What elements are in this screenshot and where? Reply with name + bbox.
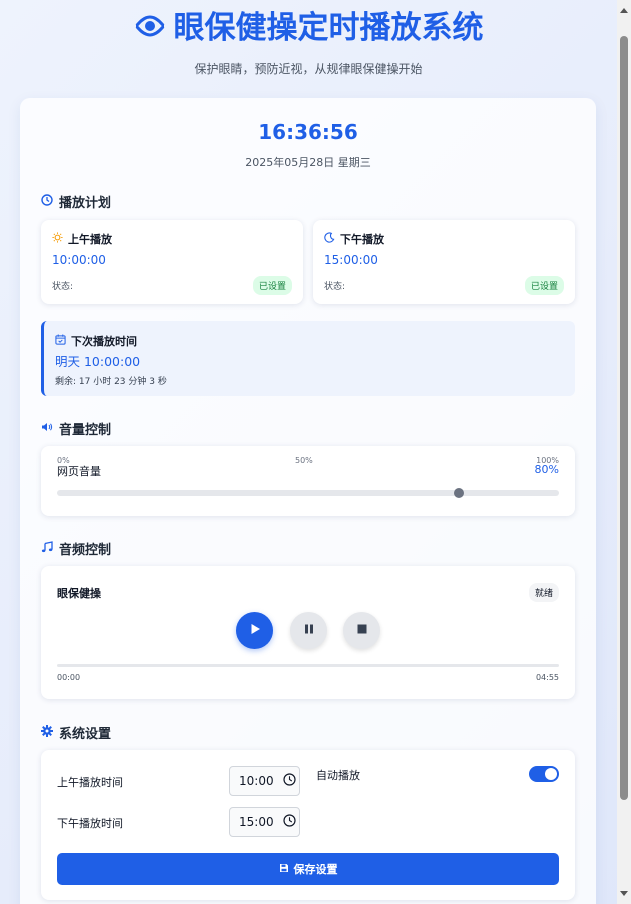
- scroll-up-arrow-icon[interactable]: [620, 8, 628, 13]
- afternoon-plan-time: 15:00:00: [324, 253, 378, 267]
- app-page: 眼保健操定时播放系统 保护眼睛，预防近视，从规律眼保健操开始 16:36:56 …: [0, 0, 617, 904]
- audio-section-title: 音频控制: [41, 539, 111, 558]
- morning-time-input[interactable]: 10:00: [229, 766, 300, 796]
- clock-icon: [41, 193, 53, 210]
- volume-label: 网页音量: [57, 465, 101, 478]
- scrollbar-thumb[interactable]: [620, 36, 628, 800]
- afternoon-time-value: 15:00: [239, 815, 274, 829]
- volume-slider-thumb[interactable]: [453, 488, 464, 498]
- afternoon-time-label: 下午播放时间: [57, 817, 123, 830]
- settings-section-title: 系统设置: [41, 723, 111, 742]
- volume-title: 音量控制: [59, 423, 112, 438]
- current-time: 16:36:56: [258, 120, 358, 144]
- auto-play-label: 自动播放: [316, 769, 360, 782]
- morning-status-badge: 已设置: [252, 276, 292, 295]
- morning-plan-label: 上午播放: [52, 231, 112, 247]
- afternoon-plan-label: 下午播放: [324, 231, 384, 247]
- volume-section-title: 音量控制: [41, 419, 111, 438]
- floppy-disk-icon: [279, 863, 289, 876]
- save-settings-button[interactable]: 保存设置: [57, 853, 559, 885]
- volume-slider[interactable]: [57, 488, 559, 498]
- pause-button[interactable]: [290, 612, 327, 649]
- next-play-label: 下次播放时间: [55, 333, 137, 349]
- afternoon-time-input[interactable]: 15:00: [229, 807, 300, 837]
- clock-icon[interactable]: [282, 814, 296, 830]
- pause-icon: [303, 623, 315, 638]
- next-play-panel: 下次播放时间 明天 10:00:00 剩余: 17 小时 23 分钟 3 秒: [41, 321, 575, 396]
- main-card: 16:36:56 2025年05月28日 星期三 播放计划 上午播放 10:00…: [20, 98, 596, 904]
- next-play-time: 明天 10:00:00: [55, 354, 141, 369]
- clock-icon[interactable]: [282, 773, 296, 789]
- settings-panel: 上午播放时间 10:00 下午播放时间 15:00 自动播放 保存设置: [41, 750, 575, 900]
- eye-icon: [134, 8, 166, 48]
- morning-time-label: 上午播放时间: [57, 776, 123, 789]
- page-title: 眼保健操定时播放系统: [0, 8, 617, 48]
- audio-title: 音频控制: [59, 543, 112, 558]
- schedule-section-title: 播放计划: [41, 192, 111, 211]
- afternoon-status-badge: 已设置: [524, 276, 564, 295]
- morning-plan-label-text: 上午播放: [68, 233, 112, 246]
- auto-play-toggle[interactable]: [529, 766, 559, 782]
- audio-current-time: 00:00: [57, 673, 81, 682]
- next-play-remaining: 剩余: 17 小时 23 分钟 3 秒: [55, 377, 167, 387]
- volume-panel: 0% 50% 100% 网页音量 80%: [41, 446, 575, 516]
- stop-button[interactable]: [343, 612, 380, 649]
- header: 眼保健操定时播放系统 保护眼睛，预防近视，从规律眼保健操开始: [0, 0, 617, 77]
- play-button[interactable]: [236, 612, 273, 649]
- afternoon-plan-label-text: 下午播放: [340, 233, 384, 246]
- settings-title: 系统设置: [59, 727, 112, 742]
- audio-panel: 眼保健操 就绪 00:00 04:55: [41, 566, 575, 699]
- page-title-text: 眼保健操定时播放系统: [173, 10, 484, 46]
- morning-plan-time: 10:00:00: [52, 253, 106, 267]
- calendar-icon: [55, 334, 66, 348]
- schedule-title: 播放计划: [59, 196, 112, 211]
- audio-duration: 04:55: [535, 673, 559, 682]
- stop-icon: [356, 623, 368, 638]
- play-icon: [249, 623, 261, 638]
- sun-icon: [52, 232, 63, 246]
- audio-track-name: 眼保健操: [57, 587, 101, 600]
- morning-plan-card: 上午播放 10:00:00 状态: 已设置: [41, 220, 303, 304]
- gear-icon: [41, 724, 53, 741]
- page-subtitle: 保护眼睛，预防近视，从规律眼保健操开始: [194, 62, 423, 76]
- next-play-label-text: 下次播放时间: [71, 335, 137, 348]
- audio-status-badge: 就绪: [528, 583, 559, 602]
- morning-status-label: 状态:: [52, 282, 74, 292]
- volume-tick-mid: 50%: [295, 456, 313, 465]
- audio-progress-bar[interactable]: [57, 664, 559, 667]
- volume-value: 80%: [534, 463, 559, 476]
- music-note-icon: [41, 540, 53, 557]
- speaker-icon: [41, 421, 53, 437]
- afternoon-status-label: 状态:: [324, 282, 346, 292]
- moon-icon: [324, 232, 335, 246]
- page-scrollbar[interactable]: [617, 0, 631, 904]
- save-settings-label: 保存设置: [293, 864, 338, 876]
- scroll-down-arrow-icon[interactable]: [620, 891, 628, 896]
- current-date: 2025年05月28日 星期三: [245, 156, 371, 169]
- morning-time-value: 10:00: [239, 774, 274, 788]
- afternoon-plan-card: 下午播放 15:00:00 状态: 已设置: [313, 220, 575, 304]
